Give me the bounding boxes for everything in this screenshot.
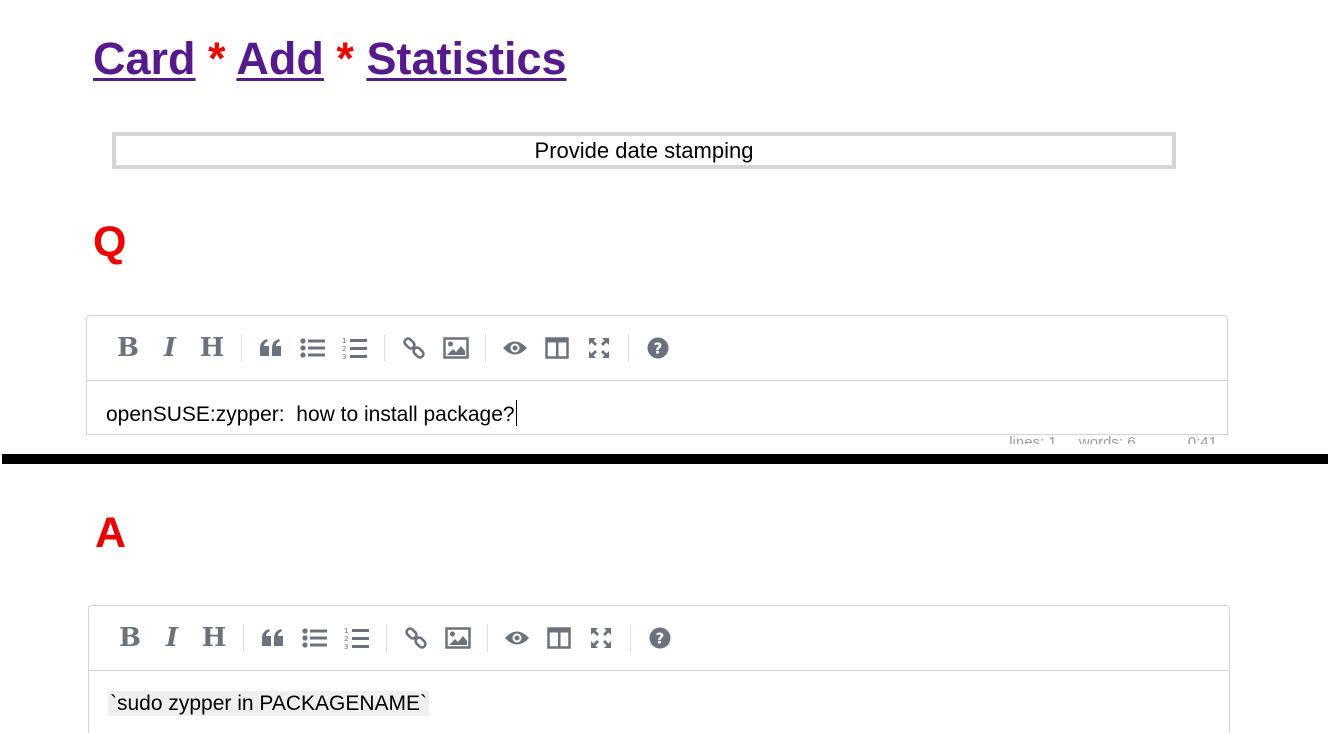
answer-text: `sudo zypper in PACKAGENAME` bbox=[108, 691, 430, 716]
svg-text:1: 1 bbox=[344, 627, 348, 635]
add-link[interactable]: Add bbox=[236, 33, 323, 84]
text-cursor bbox=[515, 400, 518, 426]
toolbar-divider bbox=[628, 334, 629, 362]
italic-icon[interactable]: I bbox=[151, 617, 193, 659]
toolbar-divider bbox=[630, 624, 631, 652]
ordered-list-icon[interactable]: 123 bbox=[334, 327, 376, 369]
svg-text:?: ? bbox=[654, 340, 663, 358]
toolbar-divider bbox=[243, 624, 244, 652]
fullscreen-icon[interactable] bbox=[578, 327, 620, 369]
help-icon[interactable]: ? bbox=[639, 617, 681, 659]
statistics-link[interactable]: Statistics bbox=[366, 33, 566, 84]
card-link[interactable]: Card bbox=[93, 33, 196, 84]
question-text: openSUSE:zypper: how to install package? bbox=[106, 403, 515, 426]
answer-label: A bbox=[95, 509, 127, 557]
svg-text:3: 3 bbox=[342, 353, 346, 360]
image-icon[interactable] bbox=[437, 617, 479, 659]
svg-text:1: 1 bbox=[342, 337, 346, 345]
question-label: Q bbox=[93, 218, 127, 266]
section-divider bbox=[2, 454, 1328, 464]
editor-toolbar: B I H 123 ? bbox=[89, 606, 1229, 671]
editor-statusbar: lines: 1 words: 6 0:41 bbox=[991, 432, 1217, 444]
side-by-side-icon[interactable] bbox=[536, 327, 578, 369]
question-input[interactable]: openSUSE:zypper: how to install package? bbox=[87, 381, 1227, 429]
answer-input[interactable]: `sudo zypper in PACKAGENAME` bbox=[89, 671, 1229, 718]
top-navigation: Card * Add * Statistics bbox=[93, 32, 567, 86]
svg-text:2: 2 bbox=[344, 635, 348, 643]
ordered-list-icon[interactable]: 123 bbox=[336, 617, 378, 659]
side-by-side-icon[interactable] bbox=[538, 617, 580, 659]
svg-text:3: 3 bbox=[344, 643, 348, 650]
toolbar-divider bbox=[241, 334, 242, 362]
nav-separator: * bbox=[208, 33, 226, 84]
toolbar-divider bbox=[487, 624, 488, 652]
editor-toolbar: B I H 123 ? bbox=[87, 316, 1227, 381]
toolbar-divider bbox=[384, 334, 385, 362]
bold-icon[interactable]: B bbox=[107, 327, 149, 369]
fullscreen-icon[interactable] bbox=[580, 617, 622, 659]
quote-icon[interactable] bbox=[252, 617, 294, 659]
unordered-list-icon[interactable] bbox=[294, 617, 336, 659]
italic-icon[interactable]: I bbox=[149, 327, 191, 369]
image-icon[interactable] bbox=[435, 327, 477, 369]
preview-icon[interactable] bbox=[494, 327, 536, 369]
nav-separator: * bbox=[336, 33, 354, 84]
svg-text:?: ? bbox=[656, 630, 665, 648]
heading-icon[interactable]: H bbox=[193, 617, 235, 659]
toolbar-divider bbox=[485, 334, 486, 362]
link-icon[interactable] bbox=[393, 327, 435, 369]
question-editor: B I H 123 ? openSUSE:zypper: how to inst… bbox=[86, 315, 1228, 435]
svg-text:2: 2 bbox=[342, 345, 346, 353]
status-words: words: 6 bbox=[1078, 434, 1136, 444]
help-icon[interactable]: ? bbox=[637, 327, 679, 369]
link-icon[interactable] bbox=[395, 617, 437, 659]
toolbar-divider bbox=[386, 624, 387, 652]
heading-icon[interactable]: H bbox=[191, 327, 233, 369]
preview-icon[interactable] bbox=[496, 617, 538, 659]
bold-icon[interactable]: B bbox=[109, 617, 151, 659]
status-time: 0:41 bbox=[1187, 434, 1217, 444]
quote-icon[interactable] bbox=[250, 327, 292, 369]
date-stamping-button[interactable]: Provide date stamping bbox=[112, 132, 1176, 169]
unordered-list-icon[interactable] bbox=[292, 327, 334, 369]
status-lines: lines: 1 bbox=[1009, 434, 1057, 444]
answer-editor: B I H 123 ? `sudo zypper in PACKAGENAME` bbox=[88, 605, 1230, 733]
